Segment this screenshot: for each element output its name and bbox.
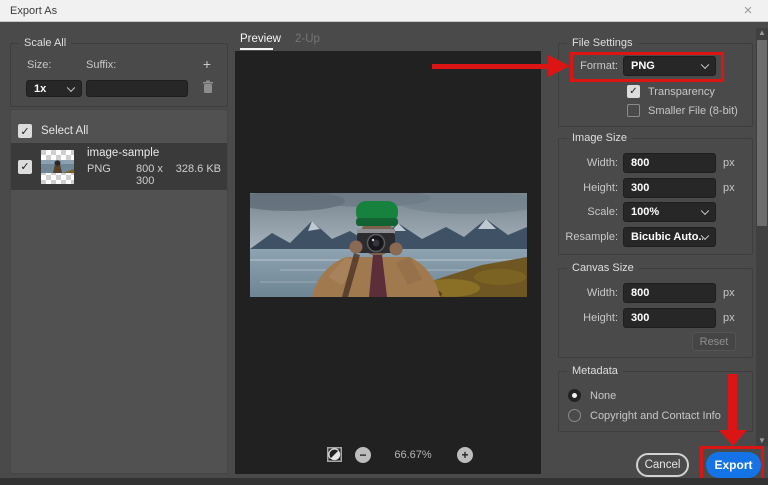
title-bar: Export As × — [0, 0, 768, 22]
tab-preview-underline — [240, 48, 273, 50]
canvas-size-title: Canvas Size — [567, 262, 639, 274]
export-highlight-box — [700, 446, 764, 482]
chevron-down-icon — [67, 83, 75, 91]
scale-label: Scale: — [558, 206, 618, 218]
format-arrow-shaft — [432, 64, 550, 69]
resample-dropdown[interactable]: Bicubic Auto... — [623, 227, 716, 247]
resample-value: Bicubic Auto... — [631, 231, 703, 243]
preview-zoom-bar: − 66.67% + — [235, 447, 541, 463]
image-size-title: Image Size — [567, 132, 632, 144]
image-width-unit: px — [723, 157, 735, 169]
item-info: image-sample PNG 800 x 300 328.6 KB — [87, 147, 221, 187]
metadata-copyright-radio[interactable] — [568, 409, 581, 422]
image-height-label: Height: — [558, 182, 618, 194]
metadata-none-radio[interactable] — [568, 389, 581, 402]
size-label: Size: — [27, 59, 51, 71]
fit-view-icon[interactable] — [327, 447, 342, 462]
export-arrow-shaft — [728, 374, 737, 432]
metadata-title: Metadata — [567, 365, 623, 377]
metadata-copyright-label: Copyright and Contact Info — [590, 410, 721, 422]
canvas-height-unit: px — [723, 312, 735, 324]
trash-icon[interactable] — [202, 80, 214, 94]
zoom-out-button[interactable]: − — [355, 447, 371, 463]
scroll-down-icon[interactable]: ▼ — [756, 436, 768, 446]
scale-size-dropdown[interactable]: 1x — [26, 80, 82, 97]
canvas-height-input[interactable]: 300 — [623, 308, 716, 328]
item-dimensions: 800 x 300 — [136, 163, 176, 187]
preview-canvas: − 66.67% + — [235, 51, 541, 474]
smaller-file-label: Smaller File (8-bit) — [648, 105, 738, 117]
zoom-in-button[interactable]: + — [457, 447, 473, 463]
suffix-label: Suffix: — [86, 59, 116, 71]
image-height-value: 300 — [631, 182, 649, 194]
select-all-checkbox[interactable]: ✓ — [18, 124, 32, 138]
right-panel-scrollbar[interactable]: ▲ ▼ — [756, 28, 768, 446]
item-thumbnail — [41, 150, 74, 184]
scroll-up-icon[interactable]: ▲ — [756, 28, 768, 38]
cancel-button[interactable]: Cancel — [636, 453, 689, 477]
export-as-dialog: Export As × Scale All Size: Suffix: + 1x… — [0, 0, 768, 485]
transparency-checkbox[interactable]: ✓ — [627, 85, 640, 98]
scale-all-group: Scale All Size: Suffix: + 1x — [10, 43, 228, 107]
scrollbar-thumb[interactable] — [757, 40, 767, 226]
image-height-unit: px — [723, 182, 735, 194]
image-width-label: Width: — [558, 157, 618, 169]
smaller-file-checkbox[interactable] — [627, 104, 640, 117]
item-filesize: 328.6 KB — [176, 163, 221, 187]
canvas-height-value: 300 — [631, 312, 649, 324]
tab-2up[interactable]: 2-Up — [295, 33, 320, 45]
scale-size-value: 1x — [34, 83, 46, 95]
transparency-label: Transparency — [648, 86, 715, 98]
suffix-input[interactable] — [86, 80, 188, 97]
chevron-down-icon — [701, 207, 709, 215]
item-format: PNG — [87, 163, 136, 187]
canvas-width-value: 800 — [631, 287, 649, 299]
tab-preview[interactable]: Preview — [240, 33, 281, 45]
file-settings-title: File Settings — [567, 37, 638, 49]
format-arrow-icon — [548, 55, 570, 77]
add-scale-icon[interactable]: + — [203, 56, 211, 72]
canvas-width-input[interactable]: 800 — [623, 283, 716, 303]
image-height-input[interactable]: 300 — [623, 178, 716, 198]
scale-dropdown[interactable]: 100% — [623, 202, 716, 222]
scale-value: 100% — [631, 206, 659, 218]
window-title: Export As — [10, 5, 57, 17]
zoom-level: 66.67% — [381, 449, 445, 461]
item-checkbox[interactable]: ✓ — [18, 160, 32, 174]
reset-button[interactable]: Reset — [692, 332, 736, 351]
canvas-height-label: Height: — [558, 312, 618, 324]
canvas-width-label: Width: — [558, 287, 618, 299]
item-name: image-sample — [87, 147, 221, 159]
select-all-label: Select All — [41, 125, 88, 137]
resample-label: Resample: — [558, 231, 618, 243]
image-width-value: 800 — [631, 157, 649, 169]
scale-all-title: Scale All — [19, 37, 71, 49]
canvas-width-unit: px — [723, 287, 735, 299]
list-item[interactable]: ✓ image-sample PNG 800 x 300 328.6 KB — [11, 143, 227, 190]
format-highlight-box — [570, 52, 724, 82]
preview-image — [250, 193, 527, 297]
close-icon[interactable]: × — [734, 0, 762, 21]
window-bottom-edge — [0, 478, 768, 485]
image-width-input[interactable]: 800 — [623, 153, 716, 173]
export-arrow-icon — [719, 430, 747, 446]
export-file-list: ✓ Select All ✓ image-sample PNG 800 x 30… — [10, 109, 228, 474]
metadata-none-label: None — [590, 390, 616, 402]
select-all-row[interactable]: ✓ Select All — [11, 110, 227, 143]
